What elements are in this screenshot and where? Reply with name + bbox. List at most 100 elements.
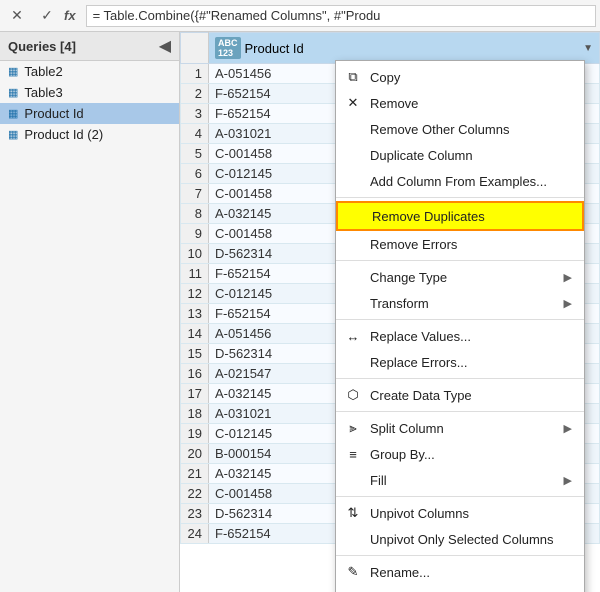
- context-menu-item-copy[interactable]: ⧉ Copy: [336, 64, 584, 90]
- context-menu-item-fill[interactable]: Fill ▶: [336, 467, 584, 493]
- context-menu-item-move[interactable]: Move ▶: [336, 585, 584, 592]
- -icon: [344, 530, 362, 548]
- menu-item-label: Group By...: [370, 447, 572, 462]
- table-icon: ▦: [8, 107, 18, 120]
- sidebar-item-label: Product Id: [24, 106, 83, 121]
- menu-item-label: Unpivot Only Selected Columns: [370, 532, 572, 547]
- context-menu: ⧉ Copy ✕ Remove Remove Other Columns Dup…: [335, 60, 585, 592]
- menu-separator: [336, 319, 584, 320]
- row-number: 7: [181, 184, 209, 204]
- menu-item-label: Unpivot Columns: [370, 506, 572, 521]
- menu-item-label: Replace Values...: [370, 329, 572, 344]
- submenu-arrow-icon: ▶: [564, 474, 572, 487]
- sidebar-item-table3[interactable]: ▦ Table3: [0, 82, 179, 103]
- sidebar-item-label: Table2: [24, 64, 62, 79]
- column-dropdown-button[interactable]: ▼: [583, 43, 593, 54]
- menu-item-label: Rename...: [370, 565, 572, 580]
- sidebar-title: Queries [4]: [8, 39, 76, 54]
- menu-item-label: Remove: [370, 96, 572, 111]
- row-num-header: [181, 33, 209, 64]
- context-menu-item-transform[interactable]: Transform ▶: [336, 290, 584, 316]
- confirm-button[interactable]: ✓: [34, 4, 60, 28]
- -icon: [344, 146, 362, 164]
- context-menu-item-replace-errors[interactable]: Replace Errors...: [336, 349, 584, 375]
- context-menu-item-replace-values[interactable]: ↔ Replace Values...: [336, 323, 584, 349]
- context-menu-item-create-data-type[interactable]: ⬡ Create Data Type: [336, 382, 584, 408]
- menu-item-label: Transform: [370, 296, 556, 311]
- menu-item-label: Add Column From Examples...: [370, 174, 572, 189]
- -icon: [344, 172, 362, 190]
- row-number: 10: [181, 244, 209, 264]
- row-number: 1: [181, 64, 209, 84]
- menu-separator: [336, 197, 584, 198]
- menu-item-label: Create Data Type: [370, 388, 572, 403]
- row-number: 22: [181, 484, 209, 504]
- groupby-icon: ≡: [344, 445, 362, 463]
- context-menu-item-unpivot-columns[interactable]: ⇅ Unpivot Columns: [336, 500, 584, 526]
- context-menu-item-unpivot-only-selected[interactable]: Unpivot Only Selected Columns: [336, 526, 584, 552]
- -icon: [344, 120, 362, 138]
- sidebar-collapse-button[interactable]: ◀: [159, 36, 171, 56]
- row-number: 15: [181, 344, 209, 364]
- -icon: [344, 471, 362, 489]
- sidebar-item-productid[interactable]: ▦ Product Id: [0, 103, 179, 124]
- remove-icon: ✕: [344, 94, 362, 112]
- row-number: 17: [181, 384, 209, 404]
- sidebar-item-label: Product Id (2): [24, 127, 103, 142]
- menu-item-label: Remove Duplicates: [372, 209, 570, 224]
- -icon: [344, 294, 362, 312]
- fx-label: fx: [64, 8, 76, 23]
- table-icon: ▦: [8, 86, 18, 99]
- context-menu-item-change-type[interactable]: Change Type ▶: [336, 264, 584, 290]
- sidebar-item-productid2[interactable]: ▦ Product Id (2): [0, 124, 179, 145]
- context-menu-item-split-column[interactable]: ⫸ Split Column ▶: [336, 415, 584, 441]
- table-icon: ▦: [8, 128, 18, 141]
- context-menu-item-remove-errors[interactable]: Remove Errors: [336, 231, 584, 257]
- submenu-arrow-icon: ▶: [564, 297, 572, 310]
- cancel-button[interactable]: ✕: [4, 4, 30, 28]
- sidebar: Queries [4] ◀ ▦ Table2▦ Table3▦ Product …: [0, 32, 180, 592]
- datatype-icon: ⬡: [344, 386, 362, 404]
- menu-separator: [336, 555, 584, 556]
- row-number: 12: [181, 284, 209, 304]
- sidebar-header: Queries [4] ◀: [0, 32, 179, 61]
- menu-item-label: Duplicate Column: [370, 148, 572, 163]
- row-number: 23: [181, 504, 209, 524]
- copy-icon: ⧉: [344, 68, 362, 86]
- menu-separator: [336, 496, 584, 497]
- -icon: [346, 207, 364, 225]
- row-number: 19: [181, 424, 209, 444]
- column-type-badge: ABC123: [215, 37, 241, 59]
- row-number: 24: [181, 524, 209, 544]
- context-menu-item-duplicate-column[interactable]: Duplicate Column: [336, 142, 584, 168]
- context-menu-item-remove[interactable]: ✕ Remove: [336, 90, 584, 116]
- top-bar: ✕ ✓ fx = Table.Combine({#"Renamed Column…: [0, 0, 600, 32]
- context-menu-item-remove-other-columns[interactable]: Remove Other Columns: [336, 116, 584, 142]
- column-label: Product Id: [245, 41, 304, 56]
- context-menu-item-add-column-from-examples[interactable]: Add Column From Examples...: [336, 168, 584, 194]
- rename-icon: ✎: [344, 563, 362, 581]
- row-number: 18: [181, 404, 209, 424]
- context-menu-item-remove-duplicates[interactable]: Remove Duplicates: [336, 201, 584, 231]
- menu-item-label: Replace Errors...: [370, 355, 572, 370]
- row-number: 13: [181, 304, 209, 324]
- context-menu-item-group-by[interactable]: ≡ Group By...: [336, 441, 584, 467]
- row-number: 9: [181, 224, 209, 244]
- row-number: 8: [181, 204, 209, 224]
- -icon: [344, 235, 362, 253]
- context-menu-item-rename[interactable]: ✎ Rename...: [336, 559, 584, 585]
- menu-item-label: Remove Errors: [370, 237, 572, 252]
- table-icon: ▦: [8, 65, 18, 78]
- sidebar-item-label: Table3: [24, 85, 62, 100]
- product-id-column-header[interactable]: ABC123 Product Id ▼: [209, 33, 600, 64]
- -icon: [344, 353, 362, 371]
- menu-separator: [336, 411, 584, 412]
- unpivot-icon: ⇅: [344, 504, 362, 522]
- menu-item-label: Fill: [370, 473, 556, 488]
- split-icon: ⫸: [344, 419, 362, 437]
- sidebar-item-table2[interactable]: ▦ Table2: [0, 61, 179, 82]
- menu-item-label: Change Type: [370, 270, 556, 285]
- formula-bar[interactable]: = Table.Combine({#"Renamed Columns", #"P…: [86, 5, 596, 27]
- menu-item-label: Split Column: [370, 421, 556, 436]
- row-number: 5: [181, 144, 209, 164]
